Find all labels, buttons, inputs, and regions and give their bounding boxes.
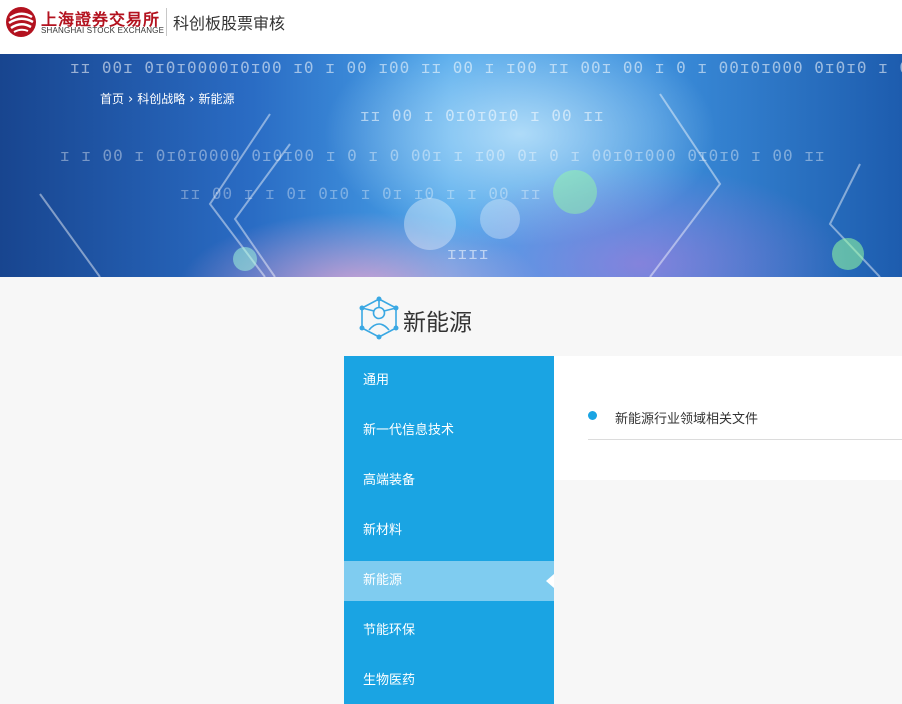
- sidebar-item-general[interactable]: 通用: [344, 361, 554, 401]
- chevron-right-icon: ›: [128, 92, 134, 107]
- sidebar-item-next-gen-it[interactable]: 新一代信息技术: [344, 411, 554, 451]
- document-list-panel: 新能源行业领域相关文件: [554, 356, 902, 480]
- header-title[interactable]: 科创板股票审核: [173, 10, 285, 34]
- bullet-dot-icon: [588, 411, 597, 420]
- breadcrumb-home[interactable]: 首页: [100, 90, 124, 107]
- breadcrumb: 首页 › 科创战略 › 新能源: [100, 90, 234, 107]
- site-header: 上海證券交易所 SHANGHAI STOCK EXCHANGE 科创板股票审核: [0, 0, 902, 54]
- breadcrumb-sci-tech-strategy[interactable]: 科创战略: [137, 90, 185, 107]
- active-indicator-arrow: [546, 574, 554, 588]
- list-item[interactable]: 新能源行业领域相关文件: [588, 396, 902, 440]
- sidebar-item-high-end-equipment[interactable]: 高端装备: [344, 461, 554, 501]
- chevron-right-icon: ›: [189, 92, 195, 107]
- page-title: 新能源: [403, 310, 472, 336]
- hero-banner: ɪɪ 00ɪ 0ɪ0ɪ0000ɪ0ɪ00 ɪ0 ɪ 00 ɪ00 ɪɪ 00 ɪ…: [0, 54, 902, 277]
- category-sidebar: 通用 新一代信息技术 高端装备 新材料 新能源 节能环保 生物医药: [344, 356, 554, 704]
- person-network-icon: [359, 296, 399, 340]
- binary-text: ɪɪ 00ɪ 0ɪ0ɪ0000ɪ0ɪ00 ɪ0 ɪ 00 ɪ00 ɪɪ 00 ɪ…: [70, 58, 902, 77]
- sidebar-item-biomedicine[interactable]: 生物医药: [344, 661, 554, 701]
- sidebar-item-label: 新能源: [363, 573, 403, 588]
- sse-logo-icon[interactable]: [5, 6, 37, 38]
- binary-text: ɪɪ 00 ɪ ɪ 0ɪ 0ɪ0 ɪ 0ɪ ɪ0 ɪ ɪ 00 ɪɪ: [180, 184, 542, 203]
- sidebar-item-new-materials[interactable]: 新材料: [344, 511, 554, 551]
- document-link[interactable]: 新能源行业领域相关文件: [615, 408, 758, 427]
- breadcrumb-current: 新能源: [198, 92, 235, 106]
- binary-text: ɪɪɪɪ: [447, 244, 490, 263]
- header-divider: [166, 8, 167, 36]
- sidebar-item-energy-saving[interactable]: 节能环保: [344, 611, 554, 651]
- logo-text-en[interactable]: SHANGHAI STOCK EXCHANGE: [41, 26, 164, 35]
- sidebar-item-new-energy[interactable]: 新能源: [344, 561, 554, 601]
- binary-text: ɪ ɪ 00 ɪ 0ɪ0ɪ0000 0ɪ0ɪ00 ɪ 0 ɪ 0 00ɪ ɪ ɪ…: [60, 146, 826, 165]
- binary-text: ɪɪ 00 ɪ 0ɪ0ɪ0ɪ0 ɪ 00 ɪɪ: [360, 106, 605, 125]
